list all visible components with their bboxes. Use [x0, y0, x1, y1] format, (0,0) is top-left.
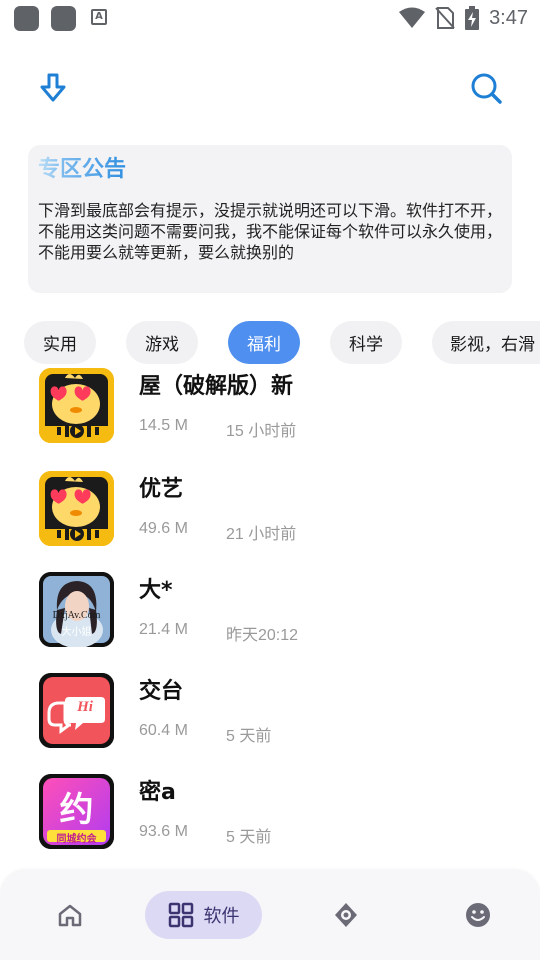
announcement-card: 专区公告 下滑到最底部会有提示，没提示就说明还可以下滑。软件打不开，不能用这类问… — [28, 145, 512, 293]
list-item[interactable]: 约 同城约会 密a 93.6 M 5 天前 — [0, 768, 540, 868]
app-updated-time: 5 天前 — [226, 829, 272, 846]
app-name: 密a — [139, 780, 176, 805]
top-bar — [0, 66, 540, 110]
search-button[interactable] — [464, 66, 508, 110]
chick-app-icon — [39, 471, 114, 546]
tab-science[interactable]: 科学 — [330, 321, 402, 364]
home-icon — [58, 904, 82, 927]
clock: 3:47 — [489, 6, 528, 29]
smiley-icon — [466, 903, 490, 927]
app-name: 大* — [139, 578, 173, 603]
announcement-title: 专区公告 — [38, 155, 126, 185]
download-button[interactable] — [31, 66, 75, 110]
notification-icon — [14, 6, 39, 31]
a-badge-icon: A — [91, 9, 107, 25]
tab-practical[interactable]: 实用 — [24, 321, 96, 364]
wifi-icon — [399, 7, 426, 28]
nav-discover[interactable] — [322, 891, 370, 939]
category-tabs: 实用 游戏 福利 科学 影视，右滑 — [0, 321, 540, 365]
no-sim-icon — [435, 7, 455, 29]
search-icon — [471, 73, 502, 104]
app-size: 21.4 M — [139, 621, 188, 638]
nav-software[interactable]: 软件 — [145, 891, 262, 939]
nav-profile[interactable] — [454, 891, 502, 939]
announcement-body: 下滑到最底部会有提示，没提示就说明还可以下滑。软件打不开，不能用这类问题不需要问… — [38, 201, 503, 262]
status-bar: A 3:47 — [0, 0, 540, 36]
app-list: 屋（破解版）新 14.5 M 15 小时前 优艺 49.6 M 21 小时前 D… — [0, 368, 540, 868]
app-size: 60.4 M — [139, 722, 188, 739]
tab-games[interactable]: 游戏 — [126, 321, 198, 364]
notification-icon — [51, 6, 76, 31]
download-arrow-icon — [40, 73, 66, 102]
nav-software-label: 软件 — [203, 906, 240, 927]
app-size: 49.6 M — [139, 520, 188, 537]
list-item[interactable]: 优艺 49.6 M 21 小时前 — [0, 465, 540, 566]
tab-welfare[interactable]: 福利 — [228, 321, 300, 364]
chick-app-icon — [39, 368, 114, 443]
battery-charging-icon — [465, 6, 480, 30]
app-updated-time: 5 天前 — [226, 728, 272, 745]
compass-icon — [335, 903, 357, 927]
app-icon-text: 约 — [59, 790, 94, 830]
bottom-navigation: 软件 — [0, 870, 540, 960]
app-size: 14.5 M — [139, 417, 188, 434]
app-icon-text: DxjAv.Com — [52, 610, 101, 621]
app-size: 93.6 M — [139, 823, 188, 840]
app-updated-time: 21 小时前 — [226, 526, 297, 543]
app-updated-time: 昨天20:12 — [226, 627, 299, 644]
app-icon-text: Hi — [77, 699, 93, 715]
list-item[interactable]: DxjAv.Com 大小姐 大* 21.4 M 昨天20:12 — [0, 566, 540, 667]
app-icon-subtext: 大小姐 — [61, 627, 92, 638]
app-updated-time: 15 小时前 — [226, 423, 297, 440]
list-item[interactable]: 屋（破解版）新 14.5 M 15 小时前 — [0, 368, 540, 465]
grid-icon — [168, 902, 193, 928]
hi-chat-app-icon: Hi — [39, 673, 114, 748]
app-name: 屋（破解版）新 — [139, 374, 294, 399]
portrait-app-icon: DxjAv.Com 大小姐 — [39, 572, 114, 647]
date-app-icon: 约 同城约会 — [39, 774, 114, 849]
app-name: 优艺 — [139, 477, 184, 502]
tab-video[interactable]: 影视，右滑 — [432, 321, 540, 364]
app-name: 交台 — [139, 679, 184, 704]
app-icon-subtext: 同城约会 — [56, 834, 97, 845]
nav-home[interactable] — [46, 891, 94, 939]
list-item[interactable]: Hi 交台 60.4 M 5 天前 — [0, 667, 540, 768]
